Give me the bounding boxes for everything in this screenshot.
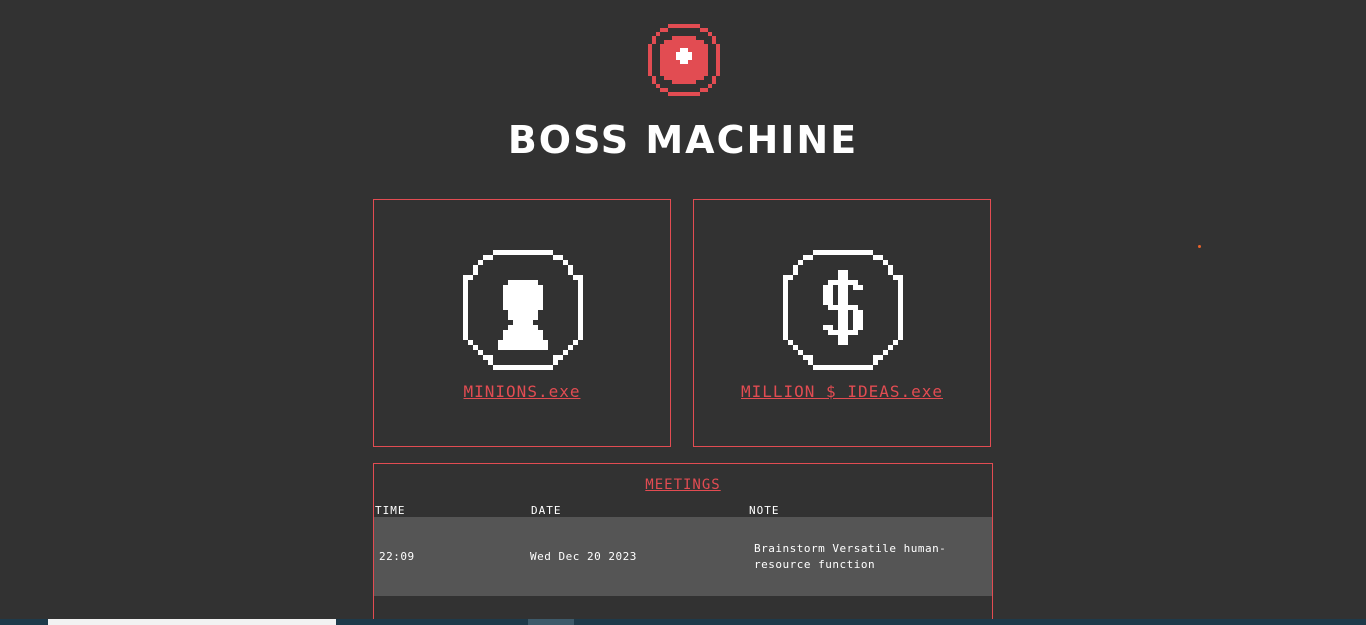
table-row: 22:09 Wed Dec 20 2023 Brainstorm Versati… — [374, 517, 992, 596]
decorative-dot — [1198, 245, 1201, 248]
meetings-panel: MEETINGS TIME DATE NOTE 22:09 Wed Dec 20… — [373, 463, 993, 625]
minions-card[interactable]: MINIONS.exe — [373, 199, 671, 447]
taskbar — [0, 619, 1366, 625]
taskbar-app-button[interactable] — [528, 619, 574, 625]
minion-icon — [463, 250, 583, 370]
column-header-note: NOTE — [749, 504, 780, 517]
meeting-note-line-1: Brainstorm Versatile human- — [754, 542, 947, 555]
meeting-note-line-2: resource function — [754, 558, 876, 571]
column-header-date: DATE — [531, 504, 562, 517]
ideas-card[interactable]: MILLION $ IDEAS.exe — [693, 199, 991, 447]
meeting-note: Brainstorm Versatile human- resource fun… — [754, 541, 946, 573]
ideas-link[interactable]: MILLION $ IDEAS.exe — [694, 382, 990, 401]
meeting-time: 22:09 — [379, 550, 415, 563]
dollar-coin-icon — [783, 250, 903, 370]
meeting-date: Wed Dec 20 2023 — [530, 550, 637, 563]
meetings-title[interactable]: MEETINGS — [374, 477, 992, 493]
minions-link[interactable]: MINIONS.exe — [374, 382, 670, 401]
logo-icon — [648, 24, 720, 96]
column-header-time: TIME — [375, 504, 406, 517]
page: BOSS MACHINE MINIONS.exe MILLION $ IDEAS… — [0, 0, 1366, 625]
taskbar-search-box[interactable] — [48, 619, 336, 625]
page-title: BOSS MACHINE — [507, 118, 859, 162]
